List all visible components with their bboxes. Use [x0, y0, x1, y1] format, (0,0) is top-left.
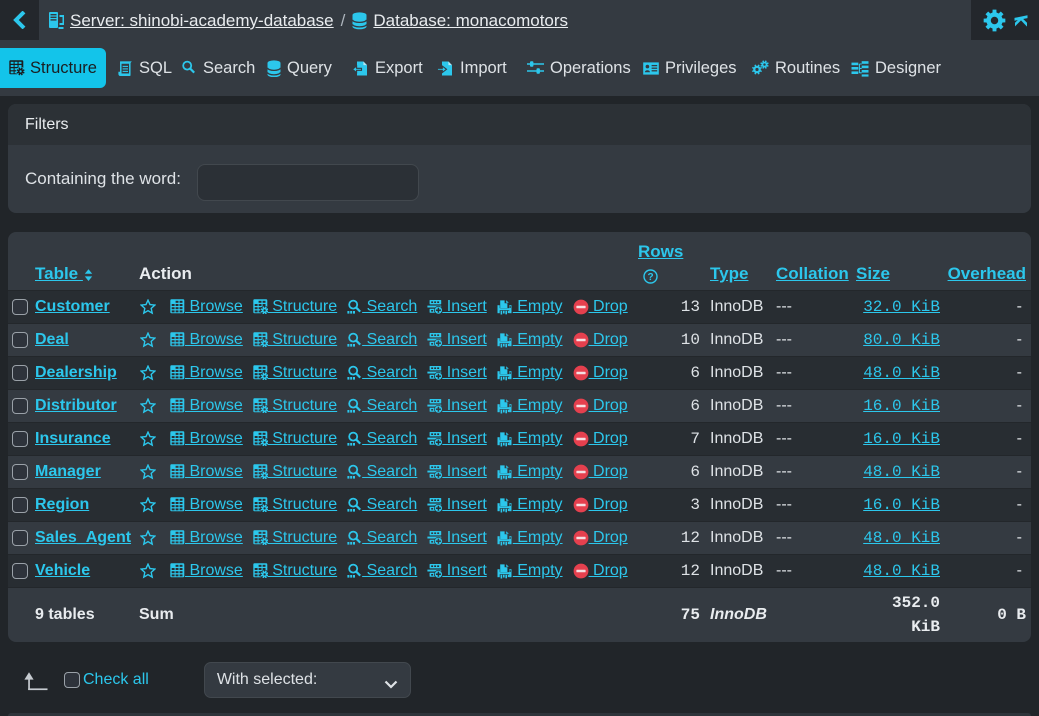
- svg-text:?: ?: [647, 272, 653, 283]
